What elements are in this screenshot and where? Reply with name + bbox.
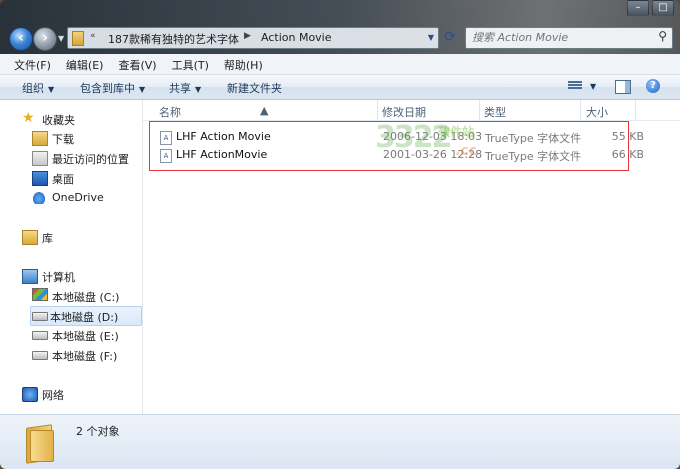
nav-desktop-label: 桌面: [52, 173, 74, 186]
drive-icon: [32, 312, 48, 321]
preview-pane-icon[interactable]: [615, 80, 631, 94]
nav-drive-d[interactable]: 本地磁盘 (D:): [30, 306, 142, 326]
column-header-date[interactable]: 修改日期: [382, 104, 426, 120]
window-caption-buttons: – □: [627, 0, 674, 16]
nav-libraries-label: 库: [42, 232, 53, 245]
nav-libraries[interactable]: 库: [22, 228, 140, 246]
watermark-domain: .cc: [455, 143, 477, 159]
column-header-size[interactable]: 大小: [586, 104, 608, 120]
address-box[interactable]: « 187款稀有独特的艺术字体 ▶ Action Movie ▼: [67, 27, 439, 49]
recent-pages-dropdown-icon[interactable]: ▼: [58, 34, 64, 43]
nav-downloads[interactable]: 下载: [32, 129, 140, 147]
network-icon: [22, 387, 38, 402]
column-header-name[interactable]: 名称: [159, 104, 181, 120]
organize-label: 组织: [22, 82, 44, 95]
breadcrumb-separator-icon[interactable]: ▶: [244, 31, 251, 41]
search-input[interactable]: [472, 30, 647, 45]
library-icon: [22, 230, 38, 245]
refresh-icon[interactable]: ⟳: [441, 29, 459, 47]
view-options-icon[interactable]: [568, 80, 582, 92]
nav-onedrive[interactable]: OneDrive: [32, 189, 140, 207]
column-headers: ▲ 名称 修改日期 类型 大小: [143, 100, 680, 121]
desktop-icon: [32, 171, 48, 186]
column-divider[interactable]: [580, 100, 581, 120]
chevron-down-icon: ▼: [195, 85, 202, 94]
address-bar-area: – □ ‹ › ▼ « 187款稀有独特的艺术字体 ▶ Action Movie…: [0, 0, 680, 54]
menu-view[interactable]: 查看(V): [104, 54, 163, 74]
organize-button[interactable]: 组织 ▼: [22, 80, 54, 96]
menu-help[interactable]: 帮助(H): [210, 54, 270, 74]
forward-button[interactable]: ›: [33, 27, 57, 51]
column-header-type[interactable]: 类型: [484, 104, 506, 120]
details-pane: 2 个对象: [0, 414, 680, 469]
drive-icon: [32, 331, 48, 340]
menu-file[interactable]: 文件(F): [0, 54, 58, 74]
nav-onedrive-label: OneDrive: [52, 191, 104, 204]
menu-tools[interactable]: 工具(T): [158, 54, 216, 74]
breadcrumb-parent[interactable]: 187款稀有独特的艺术字体: [108, 31, 239, 47]
search-icon[interactable]: ⚲: [658, 29, 667, 43]
share-button[interactable]: 共享 ▼: [169, 80, 201, 96]
share-label: 共享: [169, 82, 191, 95]
help-icon[interactable]: ?: [646, 79, 660, 93]
star-icon: ★: [22, 110, 35, 126]
nav-drive-e-label: 本地磁盘 (E:): [52, 330, 119, 343]
chevron-down-icon: ▼: [139, 85, 146, 94]
chevron-down-icon: ▼: [48, 85, 55, 94]
drive-icon: [32, 351, 48, 360]
nav-favorites-label: 收藏夹: [42, 114, 75, 127]
file-list: ▲ 名称 修改日期 类型 大小 A LHF Action Movie 2006-…: [143, 100, 680, 414]
navigation-pane: ★ 收藏夹 下载 最近访问的位置 桌面 OneDrive 库 计算机 本地磁盘 …: [0, 100, 143, 414]
back-button[interactable]: ‹: [9, 27, 33, 51]
downloads-folder-icon: [32, 131, 48, 146]
nav-drive-e[interactable]: 本地磁盘 (E:): [32, 326, 140, 344]
nav-drive-f[interactable]: 本地磁盘 (F:): [32, 346, 140, 364]
cloud-icon: [32, 191, 46, 204]
menu-bar: 文件(F) 编辑(E) 查看(V) 工具(T) 帮助(H): [0, 54, 680, 75]
computer-icon: [22, 269, 38, 284]
column-divider[interactable]: [635, 100, 636, 120]
nav-favorites[interactable]: ★ 收藏夹: [22, 110, 140, 128]
column-divider[interactable]: [377, 100, 378, 120]
nav-network-label: 网络: [42, 389, 64, 402]
maximize-button[interactable]: □: [652, 0, 674, 16]
folder-icon: [72, 31, 84, 46]
nav-network[interactable]: 网络: [22, 385, 140, 403]
nav-recent-places[interactable]: 最近访问的位置: [32, 149, 140, 167]
item-count: 2 个对象: [76, 425, 120, 438]
explorer-window: – □ ‹ › ▼ « 187款稀有独特的艺术字体 ▶ Action Movie…: [0, 0, 680, 469]
breadcrumb-current[interactable]: Action Movie: [261, 31, 332, 44]
column-divider[interactable]: [479, 100, 480, 120]
new-folder-label: 新建文件夹: [227, 82, 282, 95]
breadcrumb-overflow-icon[interactable]: «: [90, 31, 96, 41]
system-drive-icon: [32, 288, 48, 301]
nav-drive-f-label: 本地磁盘 (F:): [52, 350, 118, 363]
nav-desktop[interactable]: 桌面: [32, 169, 140, 187]
nav-computer-label: 计算机: [42, 271, 75, 284]
nav-recent-label: 最近访问的位置: [52, 153, 129, 166]
search-box[interactable]: ⚲: [465, 27, 673, 49]
nav-drive-c-label: 本地磁盘 (C:): [52, 291, 120, 304]
include-label: 包含到库中: [80, 82, 135, 95]
address-dropdown-icon[interactable]: ▼: [428, 33, 434, 42]
view-dropdown-icon[interactable]: ▼: [590, 82, 596, 91]
nav-drive-d-label: 本地磁盘 (D:): [50, 311, 119, 324]
include-in-library-button[interactable]: 包含到库中 ▼: [80, 80, 145, 96]
new-folder-button[interactable]: 新建文件夹: [227, 80, 282, 96]
minimize-button[interactable]: –: [627, 0, 649, 16]
nav-computer[interactable]: 计算机: [22, 267, 140, 285]
command-bar: 组织 ▼ 包含到库中 ▼ 共享 ▼ 新建文件夹 ▼ ?: [0, 75, 680, 100]
folder-icon: [24, 420, 54, 464]
nav-downloads-label: 下载: [52, 133, 74, 146]
watermark-text: 软件站: [438, 125, 475, 139]
menu-edit[interactable]: 编辑(E): [52, 54, 111, 74]
sort-ascending-icon: ▲: [260, 104, 269, 117]
nav-drive-c[interactable]: 本地磁盘 (C:): [32, 287, 140, 305]
recent-places-icon: [32, 151, 48, 166]
